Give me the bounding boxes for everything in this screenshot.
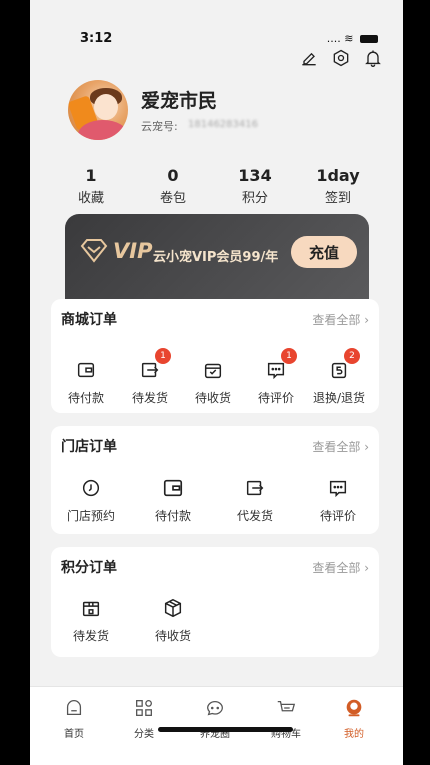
order-status-label: 门店预约 <box>66 509 115 523</box>
order-status-to-receive[interactable]: 待收货 <box>181 359 245 406</box>
stat-points[interactable]: 134 积分 <box>215 166 295 206</box>
stats-row: 1 收藏 0 卷包 134 积分 1day 签到 <box>30 166 403 208</box>
tab-profile[interactable]: 我的 <box>324 697 384 740</box>
order-status-to-review[interactable]: 1 待评价 <box>244 348 308 406</box>
card-title: 商城订单 <box>61 312 117 328</box>
order-status-label: 待付款 <box>154 509 191 523</box>
view-all-link[interactable]: 查看全部 › <box>312 311 369 328</box>
stat-label: 积分 <box>241 191 268 206</box>
settings-icon[interactable] <box>331 48 351 72</box>
tab-pet-circle[interactable]: 养宠圈 <box>185 697 245 740</box>
wallet-icon <box>75 362 97 385</box>
order-status-label: 待收货 <box>154 629 191 643</box>
cart-icon <box>275 700 297 723</box>
wifi-icon: ≋ <box>344 32 354 45</box>
tab-home[interactable]: 首页 <box>44 697 104 740</box>
comment-icon <box>265 362 287 385</box>
status-time: 3:12 <box>80 31 113 46</box>
vip-banner[interactable]: VIP 云小宠VIP会员99/年 充值 <box>65 214 369 299</box>
home-icon <box>63 700 85 723</box>
store-pending-payment[interactable]: 待付款 <box>141 477 205 524</box>
badge: 2 <box>344 348 360 364</box>
store-appointment[interactable]: 门店预约 <box>59 477 123 524</box>
card-title: 积分订单 <box>61 560 117 576</box>
battery-icon <box>360 35 378 43</box>
category-icon <box>133 700 155 723</box>
order-status-label: 待评价 <box>319 509 356 523</box>
top-actions <box>299 48 383 72</box>
avatar[interactable] <box>68 80 128 140</box>
mall-orders-card: 商城订单 查看全部 › 待付款 1 待发货 待收货 1 待评价 2 退换/退货 <box>51 299 379 413</box>
points-to-ship[interactable]: 待发货 <box>59 597 123 644</box>
stat-favorites[interactable]: 1 收藏 <box>51 166 131 206</box>
nickname: 爱宠市民 <box>141 90 218 112</box>
view-all-link[interactable]: 查看全部 › <box>312 559 369 576</box>
stat-value: 1day <box>316 166 360 185</box>
tab-label: 我的 <box>344 729 364 740</box>
comment-icon <box>327 480 349 503</box>
tab-bar: 首页 分类 养宠圈 购物车 我的 <box>30 686 403 765</box>
stat-value: 0 <box>167 166 179 185</box>
order-status-label: 待收货 <box>194 391 231 405</box>
order-status-label: 待评价 <box>257 391 294 405</box>
stat-label: 卷包 <box>159 191 186 206</box>
stat-label: 签到 <box>324 191 351 206</box>
recharge-button[interactable]: 充值 <box>291 236 357 268</box>
wallet-icon <box>162 479 184 503</box>
store-to-review[interactable]: 待评价 <box>306 477 370 524</box>
points-orders-card: 积分订单 查看全部 › 待发货 待收货 <box>51 547 379 657</box>
order-status-label: 待发货 <box>131 391 168 405</box>
order-status-refund[interactable]: 2 退换/退货 <box>307 348 371 406</box>
tab-label: 首页 <box>64 729 84 740</box>
view-all-link[interactable]: 查看全部 › <box>312 438 369 455</box>
store-to-ship[interactable]: 代发货 <box>223 477 287 524</box>
stat-checkin[interactable]: 1day 签到 <box>298 166 378 206</box>
bell-icon[interactable] <box>363 48 383 72</box>
vip-description: 云小宠VIP会员99/年 <box>153 250 279 265</box>
clock-icon <box>80 479 102 503</box>
refund-icon <box>328 362 350 385</box>
phone-screen: 3:12 .... ≋ 爱宠市民 云宠号: 18146283416 1 收藏 0… <box>30 0 403 765</box>
diamond-icon <box>79 238 109 264</box>
uid-value: 18146283416 <box>188 119 258 130</box>
badge: 1 <box>281 348 297 364</box>
points-to-receive[interactable]: 待收货 <box>141 597 205 644</box>
stat-value: 134 <box>238 166 272 185</box>
profile-icon <box>343 699 365 723</box>
order-status-label: 代发货 <box>236 509 273 523</box>
stat-label: 收藏 <box>77 191 104 206</box>
ship-icon <box>244 480 266 503</box>
uid-label: 云宠号: <box>141 120 178 133</box>
chat-icon <box>204 701 226 723</box>
receive-icon <box>202 363 224 385</box>
tab-category[interactable]: 分类 <box>114 697 174 740</box>
order-status-label: 待付款 <box>67 391 104 405</box>
signal-icon: .... <box>326 32 341 45</box>
package-icon <box>162 598 184 623</box>
system-icons: .... ≋ <box>327 32 378 45</box>
ship-icon <box>139 362 161 385</box>
card-title: 门店订单 <box>61 439 117 455</box>
store-orders-card: 门店订单 查看全部 › 门店预约 待付款 代发货 待评价 <box>51 426 379 534</box>
order-status-pending-payment[interactable]: 待付款 <box>54 359 118 406</box>
stat-value: 1 <box>85 166 97 185</box>
home-indicator <box>158 727 293 732</box>
order-status-label: 待发货 <box>72 629 109 643</box>
stat-coupons[interactable]: 0 卷包 <box>133 166 213 206</box>
vip-title: VIP <box>113 239 153 263</box>
edit-icon[interactable] <box>299 48 319 72</box>
badge: 1 <box>155 348 171 364</box>
order-status-to-ship[interactable]: 1 待发货 <box>118 348 182 406</box>
tab-cart[interactable]: 购物车 <box>256 697 316 740</box>
gift-box-icon <box>80 601 102 623</box>
order-status-label: 退换/退货 <box>312 391 366 405</box>
